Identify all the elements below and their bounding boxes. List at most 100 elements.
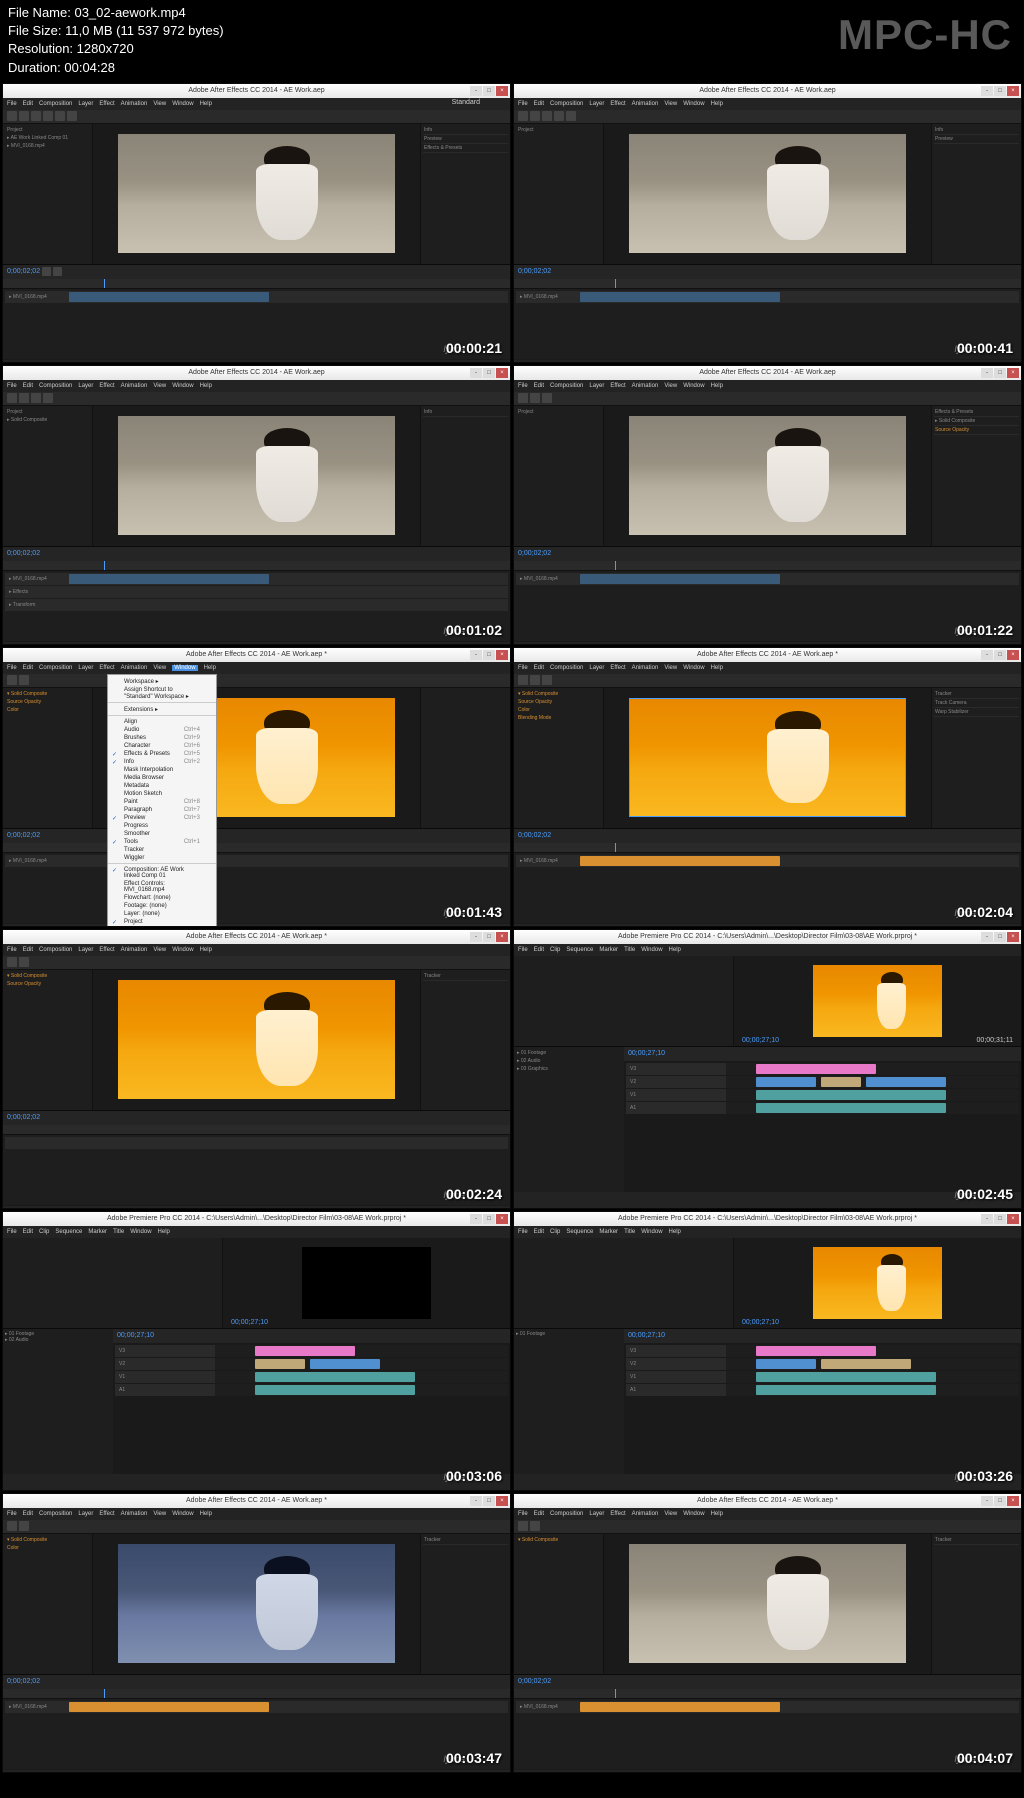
timeline-panel[interactable]: 0;00;02;02▸ MVI_0168.mp4: [3, 828, 510, 924]
project-bin[interactable]: ▸ 01 Footage ▸ 02 Audio ▸ 03 Graphics: [514, 1047, 624, 1192]
menu-item[interactable]: ✓InfoCtrl+2: [108, 758, 216, 766]
source-monitor[interactable]: [514, 956, 734, 1046]
composition-viewer[interactable]: [604, 406, 931, 546]
menu-item[interactable]: BrushesCtrl+9: [108, 734, 216, 742]
tool-icon[interactable]: [55, 111, 65, 121]
effect-controls-panel[interactable]: ▾ Solid CompositeColor: [3, 1534, 93, 1674]
time-ruler[interactable]: [3, 279, 510, 289]
timeline-panel[interactable]: 0;00;02;02▸ MVI_0168.mp4: [514, 546, 1021, 642]
tool-icon[interactable]: [31, 111, 41, 121]
premiere-timeline[interactable]: ▸ 01 Footage ▸ 02 Audio ▸ 03 Graphics 00…: [514, 1046, 1021, 1192]
menu-item[interactable]: Metadata: [108, 782, 216, 790]
menu-item[interactable]: Tracker: [108, 846, 216, 854]
menu-item[interactable]: Effect Controls: MVI_0168.mp4: [108, 880, 216, 894]
tracker-panel[interactable]: Tracker: [420, 1534, 510, 1674]
project-panel[interactable]: Project▸ Solid Composite: [3, 406, 93, 546]
source-monitor[interactable]: [3, 1238, 223, 1328]
timeline-panel[interactable]: 0;00;02;02 ▸ MVI_0168.mp4: [3, 264, 510, 360]
composition-viewer[interactable]: [93, 970, 420, 1110]
menu-item[interactable]: Footage: (none): [108, 902, 216, 910]
menu-item[interactable]: Assign Shortcut to "Standard" Workspace …: [108, 686, 216, 703]
project-bin[interactable]: ▸ 01 Footage: [514, 1329, 624, 1474]
menu-window[interactable]: Window: [172, 101, 193, 107]
menu-item[interactable]: Workspace ▸: [108, 677, 216, 686]
composition-viewer[interactable]: [93, 1534, 420, 1674]
timeline-panel[interactable]: 0;00;02;02▸ MVI_0168.mp4: [514, 828, 1021, 924]
timeline-panel[interactable]: 0;00;02;02: [3, 1110, 510, 1206]
project-panel[interactable]: Project: [514, 124, 604, 264]
composition-viewer[interactable]: [604, 124, 931, 264]
timeline-icon[interactable]: [53, 267, 62, 276]
project-panel[interactable]: Project: [514, 406, 604, 546]
menu-item[interactable]: AudioCtrl+4: [108, 726, 216, 734]
menu-item[interactable]: ParagraphCtrl+7: [108, 806, 216, 814]
tool-icon[interactable]: [7, 111, 17, 121]
timeline-panel[interactable]: 0;00;02;02▸ MVI_0168.mp4: [3, 1674, 510, 1770]
tool-icon[interactable]: [19, 111, 29, 121]
menu-item[interactable]: Mask Interpolation: [108, 766, 216, 774]
menu-item[interactable]: Layer: (none): [108, 910, 216, 918]
tracker-panel[interactable]: Tracker: [931, 1534, 1021, 1674]
tool-icon[interactable]: [67, 111, 77, 121]
info-panel[interactable]: Info: [420, 406, 510, 546]
tool-icon[interactable]: [43, 111, 53, 121]
composition-viewer[interactable]: [604, 1534, 931, 1674]
menu-item[interactable]: CharacterCtrl+6: [108, 742, 216, 750]
composition-viewer[interactable]: [604, 688, 931, 828]
menu-item[interactable]: Extensions ▸: [108, 705, 216, 716]
source-monitor[interactable]: [514, 1238, 734, 1328]
info-panel[interactable]: InfoPreviewEffects & Presets: [420, 124, 510, 264]
composition-viewer[interactable]: [93, 124, 420, 264]
menu-layer[interactable]: Layer: [78, 101, 93, 107]
menu-item[interactable]: ✓Project: [108, 918, 216, 926]
timecode[interactable]: 0;00;02;02: [7, 268, 40, 275]
menu-item[interactable]: Align: [108, 718, 216, 726]
menu-item[interactable]: Smoother: [108, 830, 216, 838]
effect-controls-panel[interactable]: ▾ Solid CompositeSource Opacity: [3, 970, 93, 1110]
menu-item[interactable]: Motion Sketch: [108, 790, 216, 798]
resolution-value: 1280x720: [77, 40, 134, 58]
info-panel[interactable]: InfoPreview: [931, 124, 1021, 264]
menu-view[interactable]: View: [153, 101, 166, 107]
menu-file[interactable]: File: [7, 101, 17, 107]
premiere-timeline[interactable]: ▸ 01 Footage▸ 02 Audio 00;00;27;10 V3 V2…: [3, 1328, 510, 1474]
close-icon[interactable]: ×: [496, 86, 508, 96]
effect-controls-panel[interactable]: ▾ Solid Composite: [514, 1534, 604, 1674]
menu-item[interactable]: ✓ToolsCtrl+1: [108, 838, 216, 846]
composition-viewer[interactable]: [93, 406, 420, 546]
menu-composition[interactable]: Composition: [39, 101, 72, 107]
menu-item[interactable]: ✓Composition: AE Work linked Comp 01: [108, 866, 216, 880]
menu-item[interactable]: PaintCtrl+8: [108, 798, 216, 806]
timeline-icon[interactable]: [42, 267, 51, 276]
timeline-panel[interactable]: 0;00;02;02▸ MVI_0168.mp4: [514, 1674, 1021, 1770]
menu-item[interactable]: ✓PreviewCtrl+3: [108, 814, 216, 822]
effects-panel[interactable]: Effects & Presets▸ Solid CompositeSource…: [931, 406, 1021, 546]
workspace-label[interactable]: Standard: [452, 99, 480, 106]
timeline-panel[interactable]: 0;00;02;02▸ MVI_0168.mp4▸ Effects▸ Trans…: [3, 546, 510, 642]
program-monitor[interactable]: 00;00;27;10: [223, 1238, 510, 1328]
info-panel[interactable]: [420, 688, 510, 828]
maximize-icon[interactable]: □: [483, 86, 495, 96]
effect-controls-panel[interactable]: ▾ Solid CompositeSource OpacityColor: [3, 688, 93, 828]
project-bin[interactable]: ▸ 01 Footage▸ 02 Audio: [3, 1329, 113, 1474]
menu-item[interactable]: Media Browser: [108, 774, 216, 782]
timeline-panel[interactable]: 0;00;02;02▸ MVI_0168.mp4: [514, 264, 1021, 360]
project-panel[interactable]: Project▸ AE Work Linked Comp 01▸ MVI_016…: [3, 124, 93, 264]
tracker-panel[interactable]: Tracker: [420, 970, 510, 1110]
menu-animation[interactable]: Animation: [121, 101, 148, 107]
menu-item[interactable]: ✓Effects & PresetsCtrl+5: [108, 750, 216, 758]
program-monitor[interactable]: 00;00;27;10: [734, 1238, 1021, 1328]
menu-effect[interactable]: Effect: [99, 101, 114, 107]
menu-item[interactable]: Flowchart: (none): [108, 894, 216, 902]
menu-item[interactable]: Wiggler: [108, 854, 216, 864]
premiere-timeline[interactable]: ▸ 01 Footage 00;00;27;10 V3 V2 V1 A1: [514, 1328, 1021, 1474]
minimize-icon[interactable]: -: [470, 86, 482, 96]
menu-item[interactable]: Render Queue: [108, 926, 216, 927]
menu-help[interactable]: Help: [200, 101, 212, 107]
toolbar: Standard: [3, 110, 510, 124]
program-monitor[interactable]: 00;00;27;1000;00;31;11: [734, 956, 1021, 1046]
effect-controls-panel[interactable]: ▾ Solid CompositeSource OpacityColorBlen…: [514, 688, 604, 828]
menu-edit[interactable]: Edit: [23, 101, 33, 107]
menu-item[interactable]: Progress: [108, 822, 216, 830]
tracker-panel[interactable]: TrackerTrack CameraWarp Stabilizer: [931, 688, 1021, 828]
